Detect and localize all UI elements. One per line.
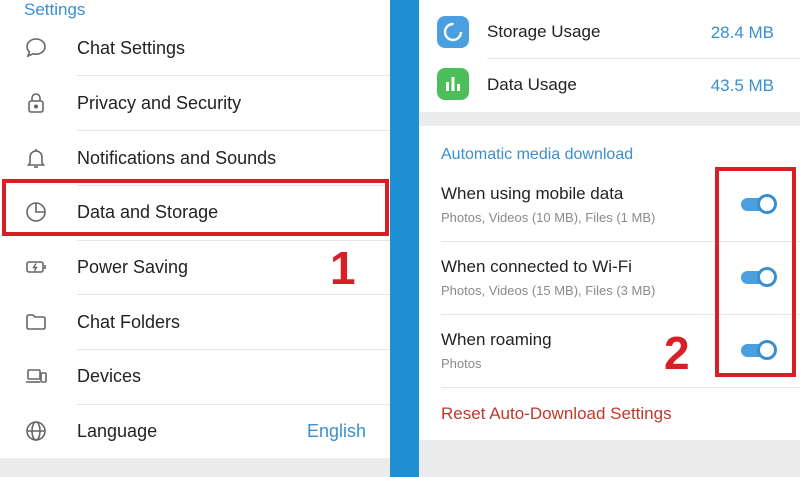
language-value: English (306, 420, 366, 441)
menu-item-label: Chat Folders (77, 311, 181, 332)
menu-item-language[interactable]: Language English (0, 404, 390, 458)
step-number-1: 1 (330, 242, 356, 294)
menu-item-devices[interactable]: Devices (0, 349, 390, 403)
menu-item-label: Language (77, 420, 158, 441)
menu-item-chat-settings[interactable]: Chat Settings (0, 21, 390, 75)
menu-item-privacy-security[interactable]: Privacy and Security (0, 76, 390, 130)
settings-section-title: Settings (24, 0, 86, 19)
menu-item-chat-folders[interactable]: Chat Folders (0, 295, 390, 349)
menu-item-label: Power Saving (77, 256, 189, 277)
storage-icon (437, 16, 469, 48)
devices-icon (24, 364, 48, 388)
highlight-box-step1 (2, 179, 389, 236)
auto-download-section-title: Automatic media download (441, 146, 634, 163)
divider (441, 387, 800, 388)
reset-auto-download-link[interactable]: Reset Auto-Download Settings (441, 404, 672, 424)
menu-item-label: Privacy and Security (77, 92, 242, 113)
storage-usage-value: 28.4 MB (710, 23, 774, 42)
menu-item-label: Devices (77, 365, 142, 386)
step-number-2: 2 (664, 327, 690, 379)
menu-item-label: Notifications and Sounds (77, 147, 277, 168)
bar-chart-icon (437, 68, 469, 100)
lock-icon (24, 91, 48, 115)
wifi-subtitle: Photos, Videos (15 MB), Files (3 MB) (441, 283, 656, 298)
data-usage-value: 43.5 MB (710, 76, 774, 95)
settings-footer (0, 458, 390, 477)
mobile-data-title: When using mobile data (441, 184, 624, 203)
storage-usage-row[interactable]: Storage Usage 28.4 MB (419, 5, 800, 59)
menu-item-notifications[interactable]: Notifications and Sounds (0, 131, 390, 185)
roaming-subtitle: Photos (441, 356, 482, 371)
settings-panel: Settings Chat Settings Privacy and Secur… (0, 0, 390, 477)
data-usage-label: Data Usage (487, 75, 577, 94)
battery-icon (24, 255, 48, 279)
menu-item-label: Chat Settings (77, 37, 186, 58)
storage-usage-label: Storage Usage (487, 22, 601, 41)
mobile-data-subtitle: Photos, Videos (10 MB), Files (1 MB) (441, 210, 656, 225)
panel-separator (390, 0, 419, 477)
roaming-title: When roaming (441, 330, 552, 349)
highlight-box-step2 (715, 167, 796, 377)
right-footer (419, 440, 800, 477)
wifi-title: When connected to Wi-Fi (441, 257, 632, 276)
folder-icon (24, 310, 48, 334)
data-usage-row[interactable]: Data Usage 43.5 MB (419, 58, 800, 112)
globe-icon (24, 419, 48, 443)
chat-bubble-icon (24, 36, 48, 60)
bell-icon (24, 146, 48, 170)
section-gap (419, 112, 800, 126)
